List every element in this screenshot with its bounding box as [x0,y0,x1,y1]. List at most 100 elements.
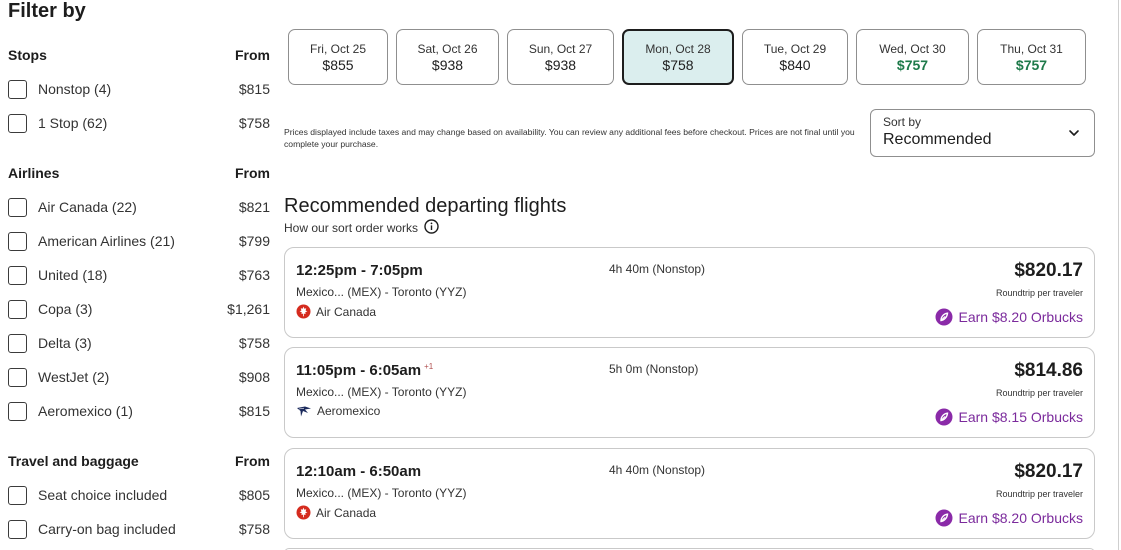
filter-option-price: $758 [238,115,270,131]
filter-option-price: $815 [238,403,270,419]
info-icon[interactable] [424,219,439,237]
checkbox[interactable] [8,231,27,251]
sort-order-text: How our sort order works [284,221,419,235]
sort-value: Recommended [883,131,992,148]
flight-price: $820.17 [1014,461,1083,482]
checkbox[interactable] [8,113,27,133]
orbucks-text: Earn $8.20 Orbucks [958,309,1083,325]
date-label: Wed, Oct 30 [879,41,946,56]
filter-option-price: $815 [238,81,270,97]
filter-option-label: WestJet (2) [38,369,110,385]
filter-option-american-airlines[interactable]: American Airlines (21) $799 [8,229,270,253]
flight-times: 12:10am - 6:50am [296,463,421,480]
filter-option-seat-choice[interactable]: Seat choice included $805 [8,483,270,507]
results-title: Recommended departing flights [284,195,567,217]
date-label: Sun, Oct 27 [528,41,593,56]
maple-leaf-icon [296,304,311,319]
filter-option-label: Copa (3) [38,301,93,317]
date-tab-fri-oct-25[interactable]: Fri, Oct 25 $855 [288,29,388,85]
date-price: $757 [896,56,929,73]
filter-option-price: $763 [238,267,270,283]
filter-option-label: Seat choice included [38,487,168,503]
airline-name: Air Canada [316,505,377,520]
filter-option-label: Carry-on bag included [38,521,176,537]
filter-option-aeromexico[interactable]: Aeromexico (1) $815 [8,399,270,423]
filter-option-delta[interactable]: Delta (3) $758 [8,331,270,355]
filter-option-label: Air Canada (22) [38,199,137,215]
filter-group-travel-baggage: Travel and baggage From [8,453,270,469]
date-label: Tue, Oct 29 [763,41,827,56]
date-label: Thu, Oct 31 [1000,41,1063,56]
filter-option-westjet[interactable]: WestJet (2) $908 [8,365,270,389]
filter-option-united[interactable]: United (18) $763 [8,263,270,287]
price-note: Roundtrip per traveler [995,288,1083,298]
airline-name: Aeromexico [317,404,381,418]
flight-card[interactable]: 11:05pm - 6:05am +1 Mexico... (MEX) - Tor… [284,347,1095,438]
date-tab-thu-oct-31[interactable]: Thu, Oct 31 $757 [977,29,1086,85]
flight-airline: Air Canada [296,304,376,319]
date-price: $840 [779,56,811,73]
next-day-indicator: +1 [424,362,434,371]
filter-option-nonstop[interactable]: Nonstop (4) $815 [8,77,270,101]
sort-dropdown[interactable]: Sort by Recommended [870,109,1095,157]
date-price: $938 [544,56,577,73]
orbucks-earn: Earn $8.20 Orbucks [935,509,1083,527]
filter-option-price: $758 [238,335,270,351]
date-tab-sat-oct-26[interactable]: Sat, Oct 26 $938 [396,29,499,85]
filter-option-label: Nonstop (4) [38,81,112,97]
checkbox[interactable] [8,79,27,99]
date-tab-tue-oct-29[interactable]: Tue, Oct 29 $840 [742,29,848,85]
flight-duration: 4h 40m (Nonstop) [609,262,706,276]
sort-order-link[interactable]: How our sort order works [284,219,439,237]
maple-leaf-icon [296,505,311,520]
price-note: Roundtrip per traveler [995,388,1083,398]
filter-option-label: American Airlines (21) [38,233,175,249]
flight-times-text: 12:10am - 6:50am [296,463,422,480]
checkbox[interactable] [8,401,27,421]
date-label: Fri, Oct 25 [309,41,366,56]
checkbox[interactable] [8,367,27,387]
flight-route: Mexico... (MEX) - Toronto (YYZ) [296,385,467,399]
filter-option-price: $821 [238,199,270,215]
date-label: Mon, Oct 28 [645,41,711,56]
filter-option-price: $799 [238,233,270,249]
filter-option-label: 1 Stop (62) [38,115,108,131]
flight-airline: Aeromexico [296,404,380,418]
sort-label: Sort by [883,115,922,129]
date-price: $758 [662,56,694,73]
date-tab-mon-oct-28[interactable]: Mon, Oct 28 $758 [622,29,734,85]
date-price: $855 [322,56,354,73]
flight-duration: 4h 40m (Nonstop) [609,463,706,477]
filter-option-1-stop[interactable]: 1 Stop (62) $758 [8,111,270,135]
flight-times-text: 11:05pm - 6:05am [296,362,422,379]
orbucks-icon [935,408,953,426]
checkbox[interactable] [8,333,27,353]
date-tab-wed-oct-30[interactable]: Wed, Oct 30 $757 [856,29,969,85]
checkbox[interactable] [8,299,27,319]
flight-card[interactable]: 12:10am - 6:50am Mexico... (MEX) - Toron… [284,448,1095,539]
filter-option-price: $908 [238,369,270,385]
from-label: From [235,47,270,63]
airline-name: Air Canada [316,304,377,319]
date-tab-sun-oct-27[interactable]: Sun, Oct 27 $938 [507,29,614,85]
flight-card[interactable]: 12:25pm - 7:05pm Mexico... (MEX) - Toron… [284,247,1095,338]
filter-option-price: $758 [238,521,270,537]
checkbox[interactable] [8,519,27,539]
filter-option-copa[interactable]: Copa (3) $1,261 [8,297,270,321]
checkbox[interactable] [8,485,27,505]
orbucks-earn: Earn $8.20 Orbucks [935,308,1083,326]
date-label: Sat, Oct 26 [417,41,478,56]
orbucks-text: Earn $8.15 Orbucks [958,409,1083,425]
checkbox[interactable] [8,265,27,285]
price-disclaimer: Prices displayed include taxes and may c… [284,127,855,149]
filter-title: Filter by [8,0,86,22]
date-price: $757 [1015,56,1048,73]
flight-times: 12:25pm - 7:05pm [296,262,423,279]
orbucks-icon [935,509,953,527]
checkbox[interactable] [8,197,27,217]
from-label: From [235,453,270,469]
filter-option-label: United (18) [38,267,108,283]
filter-option-carry-on[interactable]: Carry-on bag included $758 [8,517,270,541]
filter-option-air-canada[interactable]: Air Canada (22) $821 [8,195,270,219]
orbucks-icon [935,308,953,326]
